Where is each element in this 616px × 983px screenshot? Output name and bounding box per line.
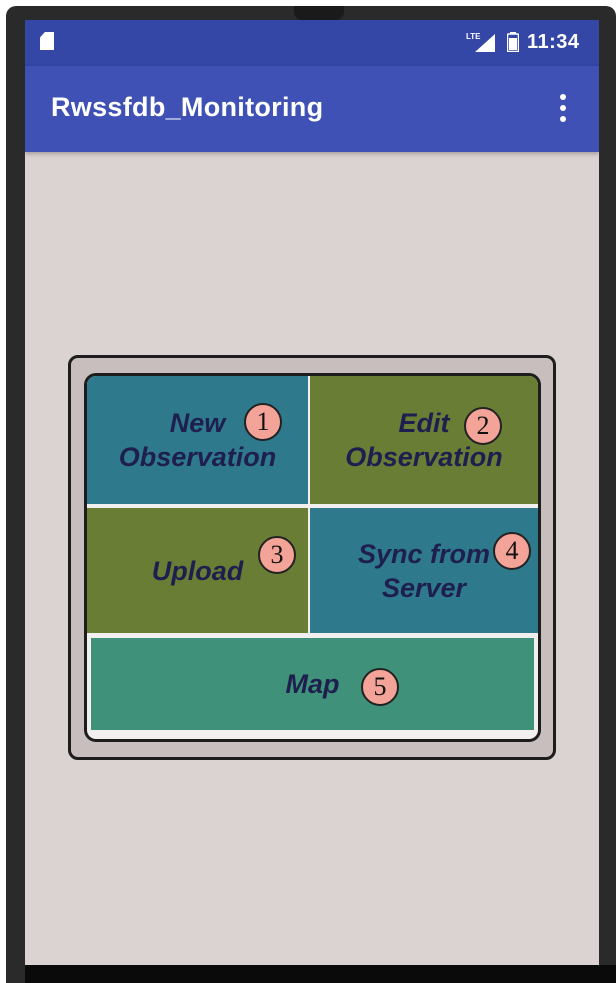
app-bar: Rwssfdb_Monitoring: [25, 66, 599, 152]
badge-edit-observation: 2: [464, 407, 502, 445]
status-bar: LTE 11:34: [25, 20, 599, 66]
navigation-bar: [25, 965, 616, 983]
map-button[interactable]: Map: [91, 638, 534, 730]
battery-icon: [507, 32, 519, 52]
upload-label: Upload: [151, 555, 244, 586]
app-screen: LTE 11:34 Rwssfdb_Monitoring New Observa: [25, 20, 599, 965]
lte-signal-icon: LTE: [466, 32, 495, 52]
status-time: 11:34: [527, 31, 580, 53]
badge-upload: 3: [258, 536, 296, 574]
sync-from-server-label: Sync from Server: [357, 538, 491, 603]
app-title: Rwssfdb_Monitoring: [51, 92, 324, 122]
device-frame: LTE 11:34 Rwssfdb_Monitoring New Observa: [0, 0, 616, 983]
badge-map: 5: [361, 668, 399, 706]
phone-notch: [294, 6, 344, 20]
map-label: Map: [285, 669, 340, 699]
edit-observation-button[interactable]: Edit Observation: [310, 376, 538, 504]
svg-text:LTE: LTE: [466, 32, 481, 41]
new-observation-button[interactable]: New Observation: [87, 376, 308, 504]
badge-sync-from-server: 4: [493, 532, 531, 570]
sd-card-icon: [40, 32, 54, 50]
overflow-menu-icon[interactable]: [553, 94, 573, 124]
sync-from-server-button[interactable]: Sync from Server: [310, 508, 538, 633]
badge-new-observation: 1: [244, 403, 282, 441]
